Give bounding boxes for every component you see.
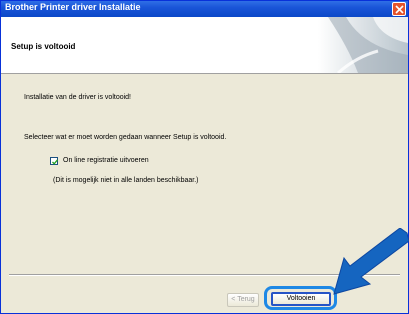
page-title: Setup is voltooid xyxy=(11,42,76,51)
instruction-text: Selecteer wat er moet worden gedaan wann… xyxy=(24,134,227,141)
checkmark-icon xyxy=(52,159,59,165)
availability-note: (Dit is mogelijk niet in alle landen bes… xyxy=(53,177,199,184)
completion-message: Installatie van de driver is voltooid! xyxy=(24,94,131,101)
back-button[interactable]: < Terug xyxy=(227,293,259,307)
online-registration-label[interactable]: On line registratie uitvoeren xyxy=(63,157,149,164)
close-icon xyxy=(395,5,404,14)
finish-button[interactable]: Voltooien xyxy=(271,292,331,306)
setup-graphic-icon xyxy=(318,17,408,73)
pointer-arrow-icon xyxy=(333,228,409,295)
title-bar[interactable]: Brother Printer driver Installatie xyxy=(1,1,408,17)
wizard-header: Setup is voltooid xyxy=(1,17,408,74)
close-button[interactable] xyxy=(392,2,406,16)
window-title: Brother Printer driver Installatie xyxy=(5,2,141,12)
online-registration-checkbox[interactable] xyxy=(50,157,59,165)
